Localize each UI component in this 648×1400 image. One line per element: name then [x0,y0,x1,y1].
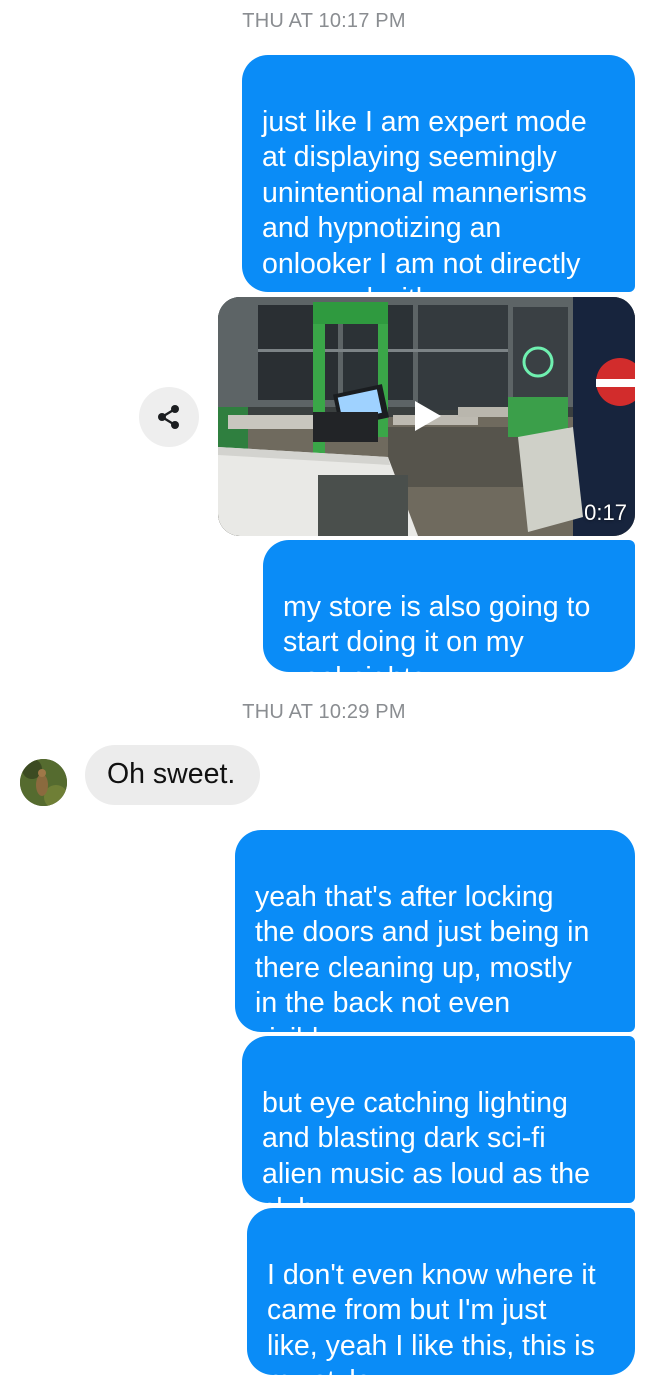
message-text: just like I am expert mode at displaying… [262,105,587,316]
share-button[interactable] [139,387,199,447]
timestamp-1: THU AT 10:17 PM [242,10,406,32]
outgoing-message-5[interactable]: I don't even know where it came from but… [247,1208,635,1397]
message-text: I don't even know where it came from but… [267,1258,596,1398]
avatar-image [20,759,67,806]
message-text: yeah that's after locking the doors and … [255,880,590,1055]
contact-avatar[interactable] [20,759,67,806]
outgoing-message-3[interactable]: yeah that's after locking the doors and … [235,830,635,1055]
share-icon [158,405,179,429]
outgoing-message-4[interactable]: but eye catching lighting and blasting d… [242,1036,635,1225]
message-text: but eye catching lighting and blasting d… [262,1086,590,1226]
outgoing-message-2[interactable]: my store is also going to start doing it… [263,540,635,694]
outgoing-message-1[interactable]: just like I am expert mode at displaying… [242,55,635,315]
incoming-message-1[interactable]: Oh sweet. [85,745,260,805]
message-text: my store is also going to start doing it… [283,590,591,694]
video-attachment[interactable]: 0:17 [218,297,635,536]
timestamp-2: THU AT 10:29 PM [242,701,406,723]
message-text: Oh sweet. [107,758,236,790]
play-icon [415,401,441,431]
video-duration: 0:17 [584,500,627,525]
